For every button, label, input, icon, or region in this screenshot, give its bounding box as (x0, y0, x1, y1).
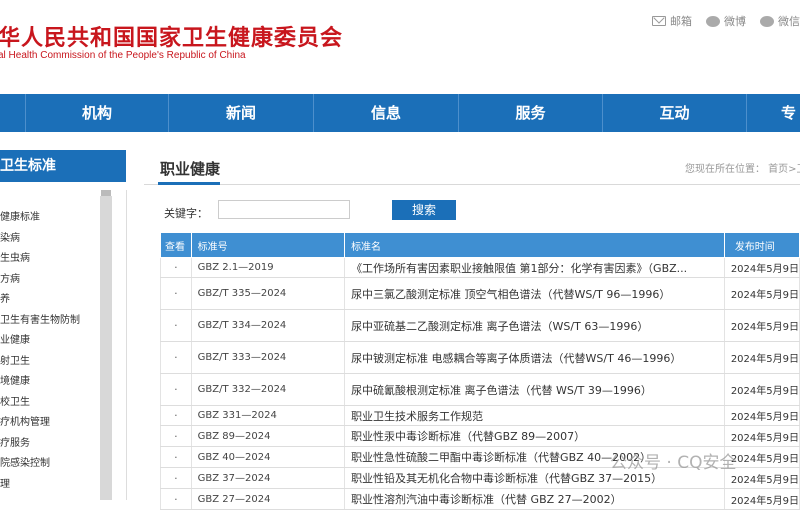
name-cell[interactable]: 职业卫生技术服务工作规范 (344, 405, 725, 426)
search-label: 关键字： (164, 207, 208, 220)
wechat-link-label: 微信 (778, 15, 800, 28)
name-cell[interactable]: 《工作场所有害因素职业接触限值 第1部分：化学有害因素》（GBZ... (344, 257, 725, 278)
view-cell[interactable]: · (160, 425, 192, 447)
view-cell[interactable]: · (160, 488, 192, 510)
code-cell: GBZ 40—2024 (191, 446, 346, 468)
view-cell[interactable]: · (160, 405, 192, 426)
code-cell: GBZ/T 335—2024 (191, 277, 346, 310)
date-cell: 2024年5月9日 (724, 425, 800, 447)
view-cell[interactable]: · (160, 309, 192, 342)
code-cell: GBZ 2.1—2019 (191, 257, 346, 278)
column-header-code: 标准号 (190, 232, 346, 258)
view-cell[interactable]: · (160, 257, 192, 278)
code-cell: GBZ 89—2024 (191, 425, 346, 447)
breadcrumb[interactable]: 您现在所在位置： 首页>卫 (685, 160, 800, 175)
view-cell[interactable]: · (160, 277, 192, 310)
table-row[interactable]: · GBZ/T 334—2024 尿中亚硫基二乙酸测定标准 离子色谱法（WS/T… (160, 309, 800, 342)
mail-link[interactable]: 邮箱 (652, 13, 692, 29)
code-cell: GBZ/T 333—2024 (191, 341, 346, 374)
nav-item-interaction[interactable]: 互动 (603, 94, 747, 132)
table-row[interactable]: · GBZ 89—2024 职业性汞中毒诊断标准（代替GBZ 89—2007） … (160, 425, 800, 447)
table-row[interactable]: · GBZ 2.1—2019 《工作场所有害因素职业接触限值 第1部分：化学有害… (160, 257, 800, 278)
weibo-link[interactable]: 微博 (706, 13, 746, 29)
nav-item-special[interactable]: 专 (747, 94, 800, 132)
page-title: 职业健康 (160, 160, 221, 178)
name-cell[interactable]: 尿中三氯乙酸测定标准 顶空气相色谱法（代替WS/T 96—1996） (344, 277, 725, 310)
name-cell[interactable]: 尿中亚硫基二乙酸测定标准 离子色谱法（WS/T 63—1996） (344, 309, 725, 342)
main-nav: 机构 新闻 信息 服务 互动 专 (0, 94, 800, 132)
search-input[interactable] (218, 200, 350, 219)
date-cell: 2024年5月9日 (724, 373, 800, 406)
table-row[interactable]: · GBZ/T 335—2024 尿中三氯乙酸测定标准 顶空气相色谱法（代替WS… (160, 277, 800, 310)
date-cell: 2024年5月9日 (724, 341, 800, 374)
nav-item-information[interactable]: 信息 (314, 94, 459, 132)
table-row[interactable]: · GBZ 27—2024 职业性溶剂汽油中毒诊断标准（代替 GBZ 27—20… (160, 488, 800, 510)
weibo-link-label: 微博 (724, 15, 746, 28)
site-logo-chinese[interactable]: 华人民共和国国家卫生健康委员会 (0, 20, 343, 52)
sidebar-heading: 卫生标准 (0, 150, 126, 182)
title-underline (158, 182, 220, 185)
name-cell[interactable]: 职业性汞中毒诊断标准（代替GBZ 89—2007） (344, 425, 725, 447)
table-header-row: 查看 标准号 标准名 发布时间 (160, 232, 800, 258)
nav-item-news[interactable]: 新闻 (169, 94, 314, 132)
site-logo-english[interactable]: al Health Commission of the People's Rep… (0, 50, 246, 61)
nav-item-services[interactable]: 服务 (459, 94, 603, 132)
search-button[interactable]: 搜索 (392, 200, 456, 220)
wechat-watermark: 公众号 · CQ安全 (610, 453, 737, 473)
site-header: 华人民共和国国家卫生健康委员会 al Health Commission of … (0, 0, 800, 92)
sidebar-scrollbar[interactable] (100, 196, 112, 500)
sidebar: 卫生标准 健康标准 染病 生虫病 方病 养 卫生有害生物防制 业健康 射卫生 境… (0, 150, 127, 500)
date-cell: 2024年5月9日 (724, 488, 800, 510)
mail-link-label: 邮箱 (670, 15, 692, 28)
title-divider (144, 184, 800, 185)
mail-icon (652, 16, 666, 26)
table-row[interactable]: · GBZ/T 332—2024 尿中硫氰酸根测定标准 离子色谱法（代替 WS/… (160, 373, 800, 406)
view-cell[interactable]: · (160, 467, 192, 489)
top-links: 邮箱 微博 微信 (652, 13, 800, 29)
wechat-icon (760, 15, 774, 27)
code-cell: GBZ/T 332—2024 (191, 373, 346, 406)
date-cell: 2024年5月9日 (724, 405, 800, 426)
code-cell: GBZ 27—2024 (191, 488, 346, 510)
table-row[interactable]: · GBZ/T 333—2024 尿中铍测定标准 电感耦合等离子体质谱法（代替W… (160, 341, 800, 374)
main-content: 职业健康 您现在所在位置： 首页>卫 关键字： 搜索 查看 标准号 标准名 发布… (144, 150, 800, 510)
name-cell[interactable]: 尿中硫氰酸根测定标准 离子色谱法（代替 WS/T 39—1996） (344, 373, 725, 406)
column-header-view: 查看 (160, 232, 192, 258)
date-cell: 2024年5月9日 (724, 257, 800, 278)
table-row[interactable]: · GBZ 331—2024 职业卫生技术服务工作规范 2024年5月9日 (160, 405, 800, 426)
code-cell: GBZ/T 334—2024 (191, 309, 346, 342)
code-cell: GBZ 331—2024 (191, 405, 346, 426)
view-cell[interactable]: · (160, 446, 192, 468)
column-header-name: 标准名 (344, 232, 725, 258)
view-cell[interactable]: · (160, 341, 192, 374)
view-cell[interactable]: · (160, 373, 192, 406)
wechat-link[interactable]: 微信 (760, 13, 800, 29)
weibo-icon (706, 15, 720, 27)
nav-item-institutions[interactable]: 机构 (26, 94, 169, 132)
date-cell: 2024年5月9日 (724, 277, 800, 310)
name-cell[interactable]: 职业性溶剂汽油中毒诊断标准（代替 GBZ 27—2002） (344, 488, 725, 510)
name-cell[interactable]: 尿中铍测定标准 电感耦合等离子体质谱法（代替WS/T 46—1996） (344, 341, 725, 374)
column-header-date: 发布时间 (723, 232, 800, 258)
code-cell: GBZ 37—2024 (191, 467, 346, 489)
nav-item-first[interactable] (0, 94, 26, 132)
date-cell: 2024年5月9日 (724, 309, 800, 342)
